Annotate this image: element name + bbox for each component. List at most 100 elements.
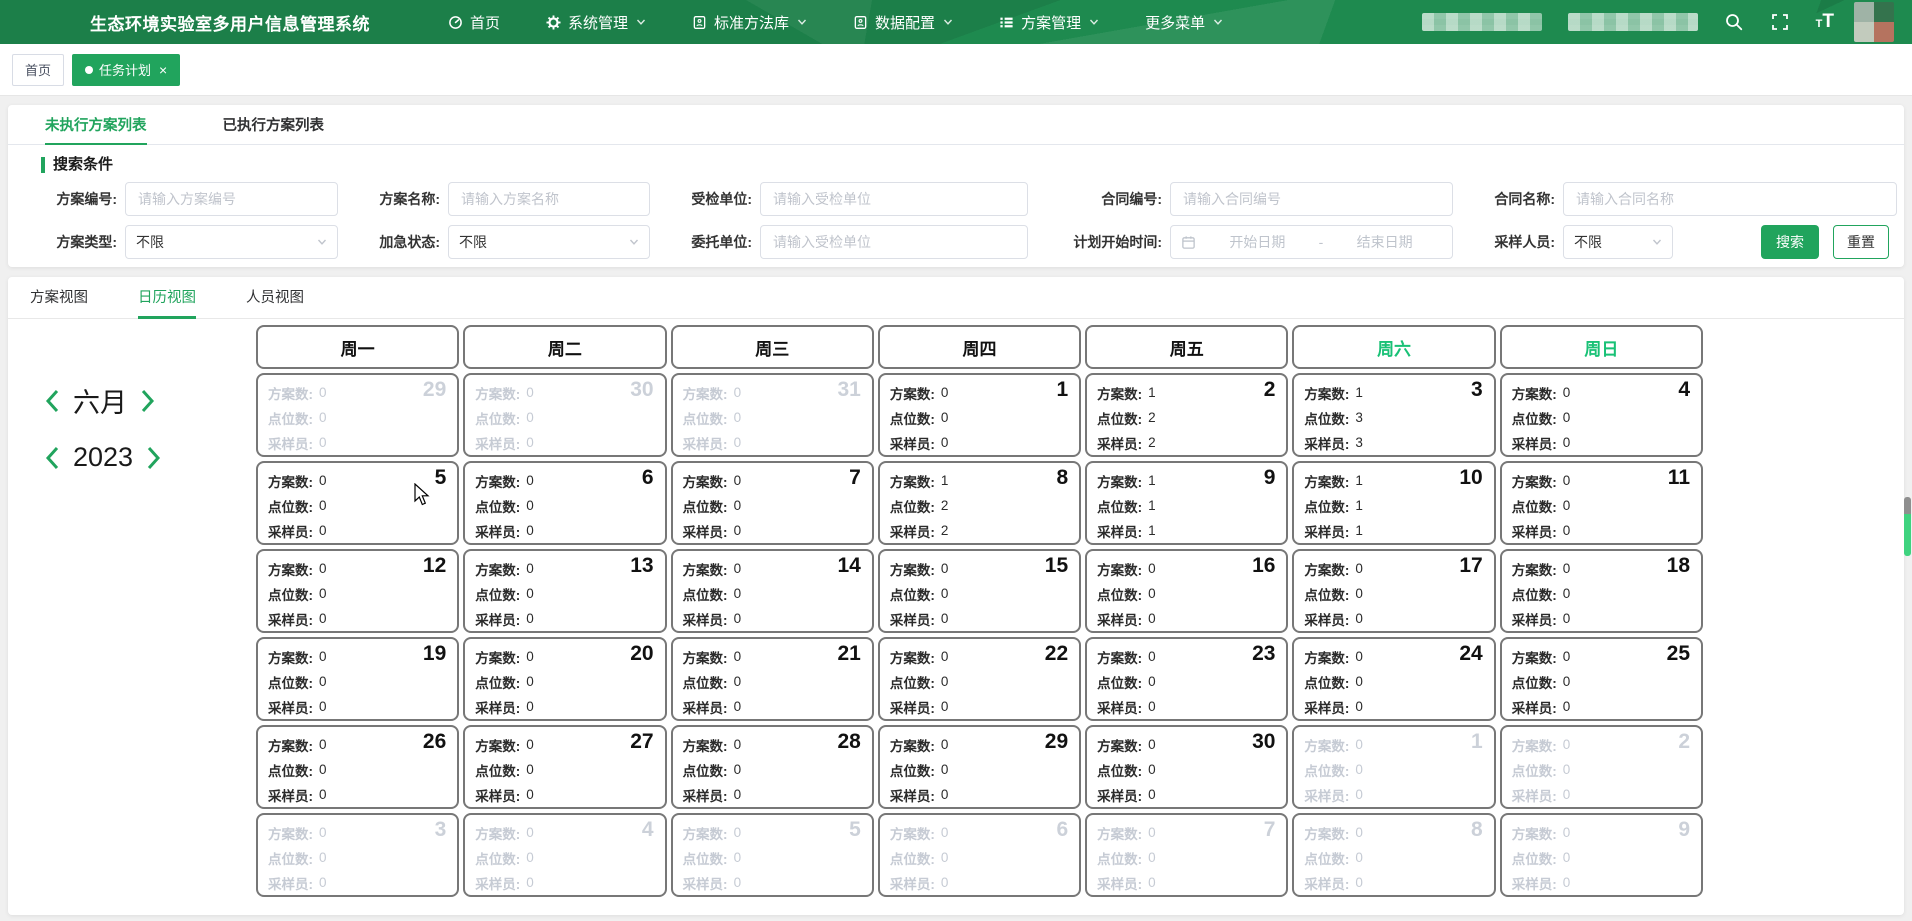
calendar-day-cell[interactable]: 方案数:011点位数:0采样员:0 — [1500, 461, 1703, 545]
calendar-day-cell[interactable]: 方案数:04点位数:0采样员:0 — [1500, 373, 1703, 457]
calendar-day-cell[interactable]: 方案数:04点位数:0采样员:0 — [463, 813, 666, 897]
contract-name-input[interactable] — [1563, 182, 1897, 216]
contract-code-input[interactable] — [1170, 182, 1453, 216]
calendar-day-cell[interactable]: 方案数:12点位数:2采样员:2 — [1085, 373, 1288, 457]
cell-value: 0 — [1563, 385, 1571, 400]
cell-label: 采样员: — [475, 433, 520, 453]
calendar-day-cell[interactable]: 方案数:07点位数:0采样员:0 — [671, 461, 874, 545]
vertical-scrollbar[interactable] — [1904, 0, 1911, 921]
nav-item-plan-management[interactable]: 方案管理 — [999, 12, 1099, 33]
calendar-day-cell[interactable]: 方案数:017点位数:0采样员:0 — [1292, 549, 1495, 633]
day-number: 1 — [1056, 378, 1068, 402]
search-icon[interactable] — [1724, 12, 1744, 32]
cell-value: 0 — [1148, 737, 1156, 752]
tag-bar: 首页 任务计划 × — [0, 44, 1912, 96]
cell-value: 0 — [319, 523, 327, 538]
nav-item-system-management[interactable]: 系统管理 — [546, 12, 646, 33]
calendar-day-cell[interactable]: 方案数:01点位数:0采样员:0 — [878, 373, 1081, 457]
calendar-day-cell[interactable]: 方案数:029点位数:0采样员:0 — [256, 373, 459, 457]
client-unit-input[interactable] — [760, 225, 1028, 259]
calendar-day-cell[interactable]: 方案数:027点位数:0采样员:0 — [463, 725, 666, 809]
cell-value: 0 — [526, 586, 534, 601]
calendar-day-cell[interactable]: 方案数:018点位数:0采样员:0 — [1500, 549, 1703, 633]
calendar-day-cell[interactable]: 方案数:026点位数:0采样员:0 — [256, 725, 459, 809]
cell-label: 采样员: — [890, 873, 935, 893]
calendar-day-cell[interactable]: 方案数:01点位数:0采样员:0 — [1292, 725, 1495, 809]
urgent-status-select[interactable]: 不限 — [448, 225, 650, 259]
calendar-day-cell[interactable]: 方案数:06点位数:0采样员:0 — [878, 813, 1081, 897]
nav-item-more-menu[interactable]: 更多菜单 — [1145, 12, 1223, 33]
calendar-day-cell[interactable]: 方案数:019点位数:0采样员:0 — [256, 637, 459, 721]
calendar-day-cell[interactable]: 方案数:08点位数:0采样员:0 — [1292, 813, 1495, 897]
calendar-day-cell[interactable]: 方案数:06点位数:0采样员:0 — [463, 461, 666, 545]
calendar-day-cell[interactable]: 方案数:03点位数:0采样员:0 — [256, 813, 459, 897]
scrollbar-thumb-accent[interactable] — [1904, 514, 1911, 556]
close-icon[interactable]: × — [159, 63, 167, 77]
cell-label: 点位数: — [1304, 408, 1349, 428]
calendar-day-cell[interactable]: 方案数:02点位数:0采样员:0 — [1500, 725, 1703, 809]
next-year-button[interactable] — [146, 445, 162, 471]
calendar-day-cell[interactable]: 方案数:030点位数:0采样员:0 — [463, 373, 666, 457]
cell-label: 点位数: — [1512, 760, 1557, 780]
nav-item-data-config[interactable]: 数据配置 — [853, 12, 953, 33]
plan-start-time-daterange-input[interactable]: 开始日期-结束日期 — [1170, 225, 1453, 259]
chevron-down-icon — [1213, 17, 1223, 27]
fullscreen-icon[interactable] — [1770, 12, 1790, 32]
calendar-day-cell[interactable]: 方案数:020点位数:0采样员:0 — [463, 637, 666, 721]
inspected-unit-input[interactable] — [760, 182, 1028, 216]
cell-value: 0 — [1355, 586, 1363, 601]
nav-item-standard-method-library[interactable]: 标准方法库 — [692, 12, 807, 33]
calendar-day-cell[interactable]: 方案数:09点位数:0采样员:0 — [1500, 813, 1703, 897]
weekday-header: 周二 — [463, 325, 666, 369]
calendar-day-cell[interactable]: 方案数:031点位数:0采样员:0 — [671, 373, 874, 457]
tab-executed-plan-list[interactable]: 已执行方案列表 — [223, 105, 325, 145]
calendar-day-cell[interactable]: 方案数:016点位数:0采样员:0 — [1085, 549, 1288, 633]
tab-plan-view[interactable]: 方案视图 — [30, 277, 88, 319]
calendar-day-cell[interactable]: 方案数:015点位数:0采样员:0 — [878, 549, 1081, 633]
calendar-day-cell[interactable]: 方案数:025点位数:0采样员:0 — [1500, 637, 1703, 721]
plan-type-select[interactable]: 不限 — [125, 225, 338, 259]
calendar-day-cell[interactable]: 方案数:022点位数:0采样员:0 — [878, 637, 1081, 721]
calendar-day-cell[interactable]: 方案数:013点位数:0采样员:0 — [463, 549, 666, 633]
field-plan-code: 方案编号: — [45, 182, 338, 216]
calendar-day-cell[interactable]: 方案数:05点位数:0采样员:0 — [256, 461, 459, 545]
plan-code-input[interactable] — [125, 182, 338, 216]
search-button[interactable]: 搜索 — [1761, 225, 1819, 259]
tag-home[interactable]: 首页 — [12, 54, 64, 86]
chevron-down-icon — [797, 17, 807, 27]
calendar-day-cell[interactable]: 方案数:030点位数:0采样员:0 — [1085, 725, 1288, 809]
calendar-day-cell[interactable]: 方案数:13点位数:3采样员:3 — [1292, 373, 1495, 457]
cell-label: 点位数: — [1512, 496, 1557, 516]
calendar-day-cell[interactable]: 方案数:023点位数:0采样员:0 — [1085, 637, 1288, 721]
calendar-day-cell[interactable]: 方案数:07点位数:0采样员:0 — [1085, 813, 1288, 897]
tag-task-plan[interactable]: 任务计划 × — [72, 54, 180, 86]
cell-label: 点位数: — [683, 760, 728, 780]
calendar-day-cell[interactable]: 方案数:024点位数:0采样员:0 — [1292, 637, 1495, 721]
next-month-button[interactable] — [140, 388, 156, 414]
calendar-day-cell[interactable]: 方案数:028点位数:0采样员:0 — [671, 725, 874, 809]
day-number: 27 — [630, 730, 653, 754]
avatar[interactable] — [1854, 2, 1894, 42]
cell-label: 方案数: — [890, 647, 935, 667]
font-size-icon[interactable]: TT — [1816, 11, 1834, 33]
prev-month-button[interactable] — [44, 388, 60, 414]
calendar-day-cell[interactable]: 方案数:18点位数:2采样员:2 — [878, 461, 1081, 545]
sampler-select[interactable]: 不限 — [1563, 225, 1673, 259]
calendar-day-cell[interactable]: 方案数:029点位数:0采样员:0 — [878, 725, 1081, 809]
tab-calendar-view[interactable]: 日历视图 — [138, 277, 196, 319]
reset-button[interactable]: 重置 — [1833, 225, 1889, 259]
calendar-day-cell[interactable]: 方案数:110点位数:1采样员:1 — [1292, 461, 1495, 545]
calendar-day-cell[interactable]: 方案数:012点位数:0采样员:0 — [256, 549, 459, 633]
tab-unexecuted-plan-list[interactable]: 未执行方案列表 — [45, 105, 147, 145]
calendar-day-cell[interactable]: 方案数:021点位数:0采样员:0 — [671, 637, 874, 721]
cell-label: 采样员: — [475, 609, 520, 629]
scrollbar-thumb[interactable] — [1904, 497, 1911, 514]
prev-year-button[interactable] — [44, 445, 60, 471]
tab-personnel-view[interactable]: 人员视图 — [246, 277, 304, 319]
day-number: 7 — [1264, 818, 1276, 842]
calendar-day-cell[interactable]: 方案数:19点位数:1采样员:1 — [1085, 461, 1288, 545]
nav-item-home[interactable]: 首页 — [448, 12, 500, 33]
calendar-day-cell[interactable]: 方案数:014点位数:0采样员:0 — [671, 549, 874, 633]
plan-name-input[interactable] — [448, 182, 650, 216]
calendar-day-cell[interactable]: 方案数:05点位数:0采样员:0 — [671, 813, 874, 897]
